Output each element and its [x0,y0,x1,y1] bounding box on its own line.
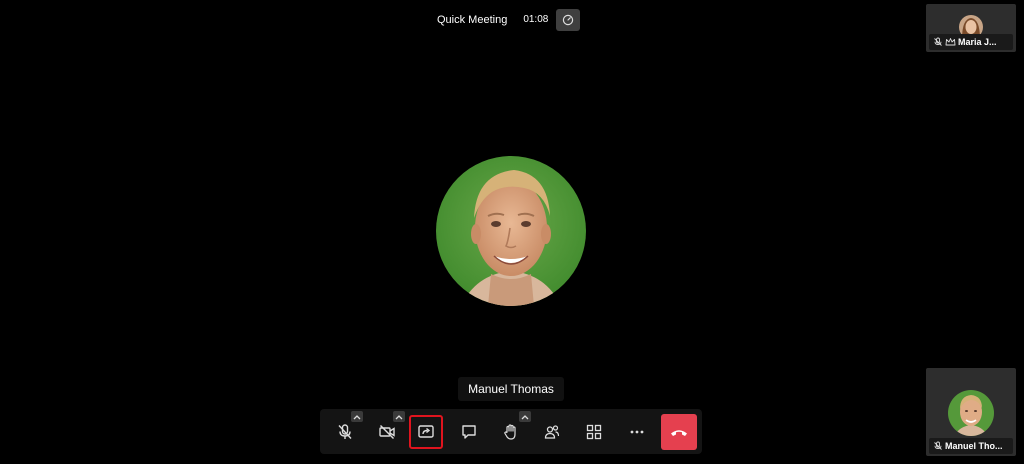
call-toolbar [320,409,702,454]
screen-share-icon [418,425,434,438]
participant-name: Manuel Tho... [945,441,1003,451]
moderator-crown-icon [945,38,956,46]
connection-stats-button[interactable] [556,9,581,31]
participant-label: Maria J... [929,34,1013,50]
meeting-title: Quick Meeting [437,14,508,26]
grid-icon [586,424,602,440]
mic-options-caret[interactable] [351,411,363,422]
chevron-up-icon [395,414,403,419]
speaker-name-label: Manuel Thomas [458,377,564,401]
chat-bubble-icon [462,425,476,439]
hang-up-icon [671,430,687,436]
speaker-avatar [436,156,586,306]
speedometer-icon [563,14,574,26]
leave-meeting-button[interactable] [661,414,697,450]
local-participant-thumbnail[interactable]: Manuel Tho... [926,368,1016,456]
meeting-header: Quick Meeting 01:08 [428,9,581,31]
participant-label: Manuel Tho... [929,438,1013,454]
participants-button[interactable] [535,415,569,449]
reactions-options-caret[interactable] [519,411,531,422]
mic-muted-icon [934,37,942,46]
participant-thumbnail[interactable]: Maria J... [926,4,1016,52]
participant-avatar [948,390,994,436]
chevron-up-icon [521,414,529,419]
chat-button[interactable] [452,415,486,449]
chevron-up-icon [353,414,361,419]
camera-off-icon [379,425,395,439]
participants-icon [544,425,560,439]
screen-share-button[interactable] [409,415,443,449]
camera-options-caret[interactable] [393,411,405,422]
tile-view-button[interactable] [577,415,611,449]
mic-muted-icon [934,441,942,450]
meeting-timer: 01:08 [523,14,549,25]
meeting-stage: Quick Meeting 01:08 Manuel Thomas Maria … [0,0,1024,464]
participant-name: Maria J... [958,37,997,47]
more-dots-icon [630,430,644,434]
mic-muted-icon [338,424,352,439]
more-actions-button[interactable] [620,415,654,449]
hand-icon [504,424,516,440]
